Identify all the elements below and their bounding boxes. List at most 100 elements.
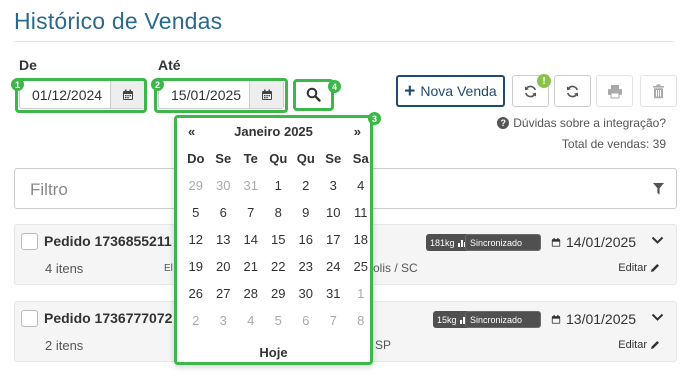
calendar-day[interactable]: 6 [210,205,238,220]
highlight-number-1: 1 [11,78,24,91]
calendar-day[interactable]: 17 [320,232,348,247]
refresh-icon [524,85,537,97]
calendar-day[interactable]: 2 [182,313,210,328]
calendar-day[interactable]: 3 [320,178,348,193]
to-date-label: Até [158,57,181,73]
weekday-label: Se [215,151,232,166]
calendar-day[interactable]: 5 [182,205,210,220]
to-date-field[interactable]: 15/01/2025 [158,80,284,109]
calendar-day[interactable]: 2 [292,178,320,193]
calendar-day[interactable]: 3 [210,313,238,328]
calendar-day[interactable]: 31 [320,286,348,301]
edit-link[interactable]: Editar [618,339,660,351]
chevron-down-icon[interactable] [651,236,664,245]
calendar-day[interactable]: 29 [265,286,293,301]
from-date-label: De [19,57,37,73]
calendar-day[interactable]: 11 [347,205,375,220]
calendar-day[interactable]: 4 [347,178,375,193]
calendar-day[interactable]: 15 [265,232,293,247]
print-button[interactable] [596,75,633,107]
order-date-value: 13/01/2025 [566,311,637,327]
calendar-day[interactable]: 19 [182,259,210,274]
order-title: Pedido 1736777072 [44,310,173,326]
weight-value: 181kg [430,237,455,248]
order-date: 14/01/2025 [551,234,636,250]
resync-button[interactable] [554,75,591,107]
total-sales: Total de vendas: 39 [561,137,666,151]
calendar-day[interactable]: 16 [292,232,320,247]
calendar-icon [261,89,272,100]
weight-badge: 181kg [426,234,470,251]
calendar-day[interactable]: 31 [237,178,265,193]
calendar-day[interactable]: 1 [265,178,293,193]
calendar-day[interactable]: 5 [265,313,293,328]
calendar-month-label[interactable]: Janeiro 2025 [177,124,370,139]
calendar-day[interactable]: 29 [182,178,210,193]
calendar-day[interactable]: 24 [320,259,348,274]
order-checkbox[interactable] [21,233,38,250]
integration-help-link[interactable]: ? Dúvidas sobre a integração? [497,116,666,130]
calendar-day[interactable]: 21 [237,259,265,274]
calendar-day[interactable]: 22 [265,259,293,274]
filter-placeholder: Filtro [30,180,68,199]
highlight-number-2: 2 [151,78,164,91]
calendar-week: 5 6 7 8 9 10 11 [182,205,375,220]
edit-label: Editar [618,262,647,274]
weekday-label: Sa [352,151,369,166]
order-checkbox[interactable] [21,310,38,327]
edit-label: Editar [618,339,647,351]
calendar-day[interactable]: 30 [210,178,238,193]
from-date-field[interactable]: 01/12/2024 [19,80,145,109]
weekday-label: Qu [296,151,315,166]
to-date-value[interactable]: 15/01/2025 [159,87,249,103]
calendar-day[interactable]: 30 [292,286,320,301]
calendar-icon [551,237,561,247]
calendar-day[interactable]: 8 [347,313,375,328]
pencil-icon [651,341,659,349]
trash-icon [653,84,664,98]
calendar-week: 12 13 14 15 16 17 18 [182,232,375,247]
new-sale-button[interactable]: + Nova Venda [396,75,505,107]
calendar-day[interactable]: 20 [210,259,238,274]
calendar-day[interactable]: 13 [210,232,238,247]
order-city-fragment: SP [375,338,392,352]
calendar-icon [551,314,561,324]
chevron-down-icon[interactable] [651,313,664,322]
calendar-day[interactable]: 1 [347,286,375,301]
weekday-label: Te [243,151,258,166]
calendar-day[interactable]: 25 [347,259,375,274]
calendar-day[interactable]: 9 [292,205,320,220]
date-picker-popup[interactable]: « Janeiro 2025 » Do Se Te Qu Qu Se Sa 29… [174,115,373,365]
calendar-day[interactable]: 7 [237,205,265,220]
calendar-day[interactable]: 23 [292,259,320,274]
calendar-day[interactable]: 6 [292,313,320,328]
weekday-label: Do [187,151,205,166]
pencil-icon [651,264,659,272]
title-divider [14,41,674,42]
funnel-icon[interactable] [653,183,664,195]
calendar-day[interactable]: 12 [182,232,210,247]
calendar-week: 26 27 28 29 30 31 1 [182,286,375,301]
order-date: 13/01/2025 [551,311,636,327]
from-calendar-button[interactable] [110,81,144,108]
calendar-day[interactable]: 4 [237,313,265,328]
calendar-day[interactable]: 14 [237,232,265,247]
to-calendar-button[interactable] [249,81,283,108]
status-badge: Sincronizado [465,311,541,328]
delete-button[interactable] [640,75,677,107]
from-date-value[interactable]: 01/12/2024 [20,87,110,103]
calendar-day[interactable]: 27 [210,286,238,301]
highlight-number-3: 3 [368,112,381,125]
today-button[interactable]: Hoje [177,345,370,360]
next-month-button[interactable]: » [354,124,361,139]
calendar-day[interactable]: 10 [320,205,348,220]
order-city-fragment: olis / SC [373,261,418,275]
calendar-day[interactable]: 7 [320,313,348,328]
calendar-day[interactable]: 8 [265,205,293,220]
edit-link[interactable]: Editar [618,262,660,274]
order-info-fragment: El [164,263,173,274]
calendar-day[interactable]: 26 [182,286,210,301]
calendar-day[interactable]: 18 [347,232,375,247]
calendar-day[interactable]: 28 [237,286,265,301]
order-items-count: 2 itens [45,338,84,353]
